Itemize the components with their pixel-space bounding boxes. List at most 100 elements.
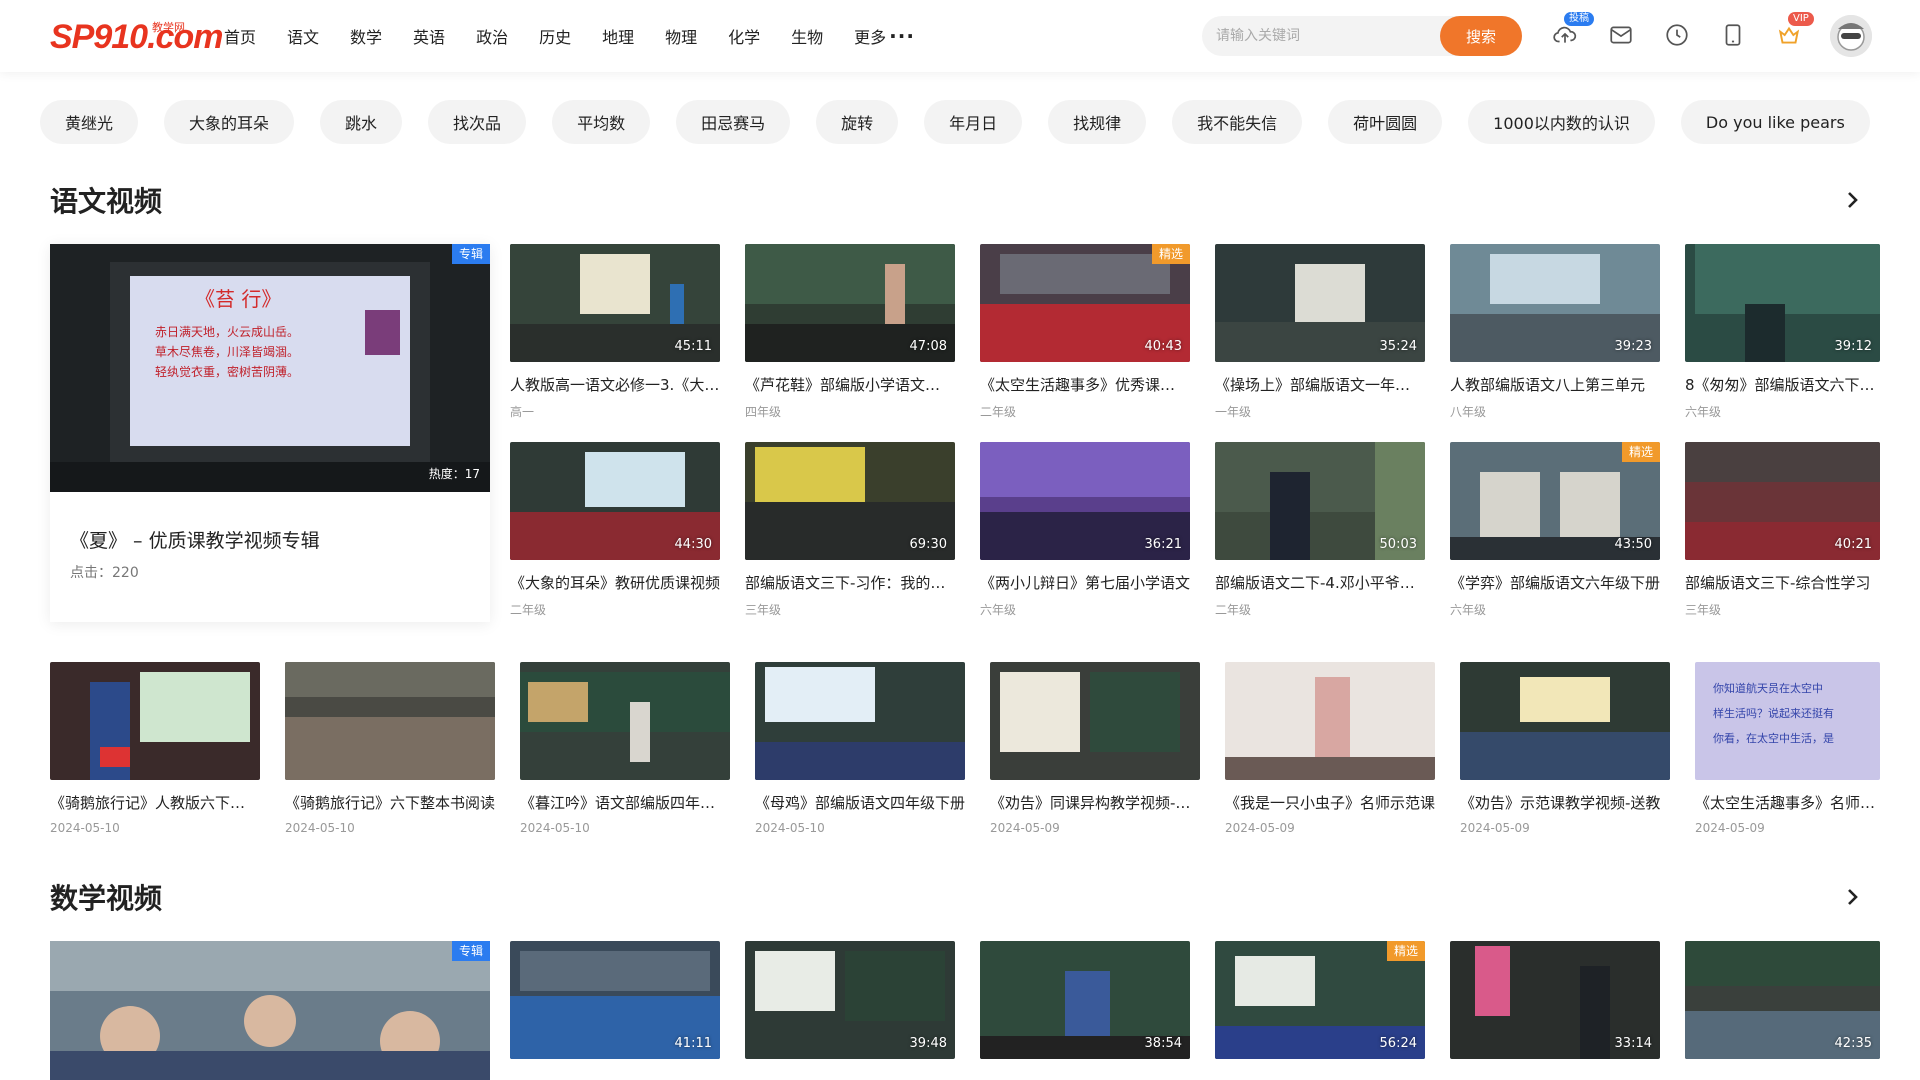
video-title[interactable]: 《骑鹅旅行记》六下整本书阅读 — [285, 792, 495, 813]
video-thumbnail[interactable] — [520, 662, 730, 780]
video-thumbnail[interactable] — [755, 662, 965, 780]
nav-item-history[interactable]: 历史 — [539, 24, 571, 48]
video-thumbnail[interactable]: 41:11 — [510, 941, 720, 1059]
mobile-button[interactable] — [1718, 20, 1748, 50]
featured-title[interactable]: 《夏》 – 优质课教学视频专辑 — [70, 526, 320, 553]
nav-item-math[interactable]: 数学 — [350, 24, 382, 48]
messages-button[interactable] — [1606, 20, 1636, 50]
video-card[interactable]: 《劝告》示范课教学视频-送教 2024-05-09 — [1460, 662, 1670, 835]
video-title[interactable]: 部编版语文三下-习作：我的植物朋友 — [745, 572, 955, 593]
featured-album-chinese[interactable]: 《苔 行》 赤日满天地，火云成山岳。 草木尽焦卷，川泽皆竭涸。 轻纨觉衣重，密树… — [50, 244, 490, 622]
video-thumbnail[interactable]: 精选 43:50 — [1450, 442, 1660, 560]
video-card[interactable]: 50:03 部编版语文二下-4.邓小平爷爷植树 二年级 — [1215, 442, 1425, 618]
featured-album-math[interactable]: 专辑 — [50, 941, 490, 1080]
video-title[interactable]: 《母鸡》部编版语文四年级下册 — [755, 792, 965, 813]
nav-item-english[interactable]: 英语 — [413, 24, 445, 48]
chevron-right-icon[interactable] — [1840, 885, 1864, 909]
video-card[interactable]: 《母鸡》部编版语文四年级下册 2024-05-10 — [755, 662, 965, 835]
video-card[interactable]: 精选 56:24 — [1215, 941, 1425, 1059]
video-thumbnail[interactable] — [50, 662, 260, 780]
video-thumbnail[interactable]: 38:54 — [980, 941, 1190, 1059]
video-thumbnail[interactable]: 45:11 — [510, 244, 720, 362]
video-title[interactable]: 《太空生活趣事多》名师示范课 — [1695, 792, 1880, 813]
video-card[interactable]: 39:23 人教部编版语文八上第三单元 八年级 — [1450, 244, 1660, 420]
video-thumbnail[interactable]: 39:23 — [1450, 244, 1660, 362]
video-thumbnail[interactable] — [990, 662, 1200, 780]
video-thumbnail[interactable]: 39:12 — [1685, 244, 1880, 362]
video-title[interactable]: 《两小儿辩日》第七届小学语文 — [980, 572, 1190, 593]
video-title[interactable]: 《劝告》示范课教学视频-送教 — [1460, 792, 1670, 813]
video-thumbnail[interactable]: 44:30 — [510, 442, 720, 560]
nav-item-physics[interactable]: 物理 — [665, 24, 697, 48]
video-card[interactable]: 47:08 《芦花鞋》部编版小学语文四年级上册 四年级 — [745, 244, 955, 420]
video-title[interactable]: 部编版语文三下-综合性学习 — [1685, 572, 1880, 593]
tag-item[interactable]: 我不能失信 — [1172, 100, 1303, 144]
search-input[interactable] — [1216, 16, 1436, 56]
nav-item-home[interactable]: 首页 — [224, 24, 256, 48]
chevron-right-icon[interactable] — [1840, 188, 1864, 212]
video-thumbnail[interactable] — [1225, 662, 1435, 780]
tag-item[interactable]: 荷叶圆圆 — [1328, 100, 1443, 144]
vip-button[interactable]: VIP — [1774, 12, 1814, 50]
video-card[interactable]: 《我是一只小虫子》名师示范课 2024-05-09 — [1225, 662, 1435, 835]
video-card[interactable]: 42:35 — [1685, 941, 1880, 1059]
avatar[interactable] — [1830, 15, 1872, 57]
video-thumbnail[interactable]: 47:08 — [745, 244, 955, 362]
upload-button[interactable]: 投稿 — [1550, 12, 1594, 50]
search-button[interactable]: 搜索 — [1440, 16, 1522, 56]
video-card[interactable]: 《暮江吟》语文部编版四年级上册 2024-05-10 — [520, 662, 730, 835]
video-card[interactable]: 38:54 — [980, 941, 1190, 1059]
video-thumbnail[interactable]: 36:21 — [980, 442, 1190, 560]
video-title[interactable]: 部编版语文二下-4.邓小平爷爷植树 — [1215, 572, 1425, 593]
video-thumbnail[interactable] — [285, 662, 495, 780]
video-thumbnail[interactable]: 精选 56:24 — [1215, 941, 1425, 1059]
video-card[interactable]: 精选 43:50 《学弈》部编版语文六年级下册 六年级 — [1450, 442, 1660, 618]
tag-item[interactable]: 黄继光 — [40, 100, 139, 144]
tag-item[interactable]: 田忌赛马 — [676, 100, 791, 144]
video-thumbnail[interactable]: 35:24 — [1215, 244, 1425, 362]
tag-item[interactable]: Do you like pears — [1680, 100, 1870, 144]
featured-thumbnail[interactable]: 《苔 行》 赤日满天地，火云成山岳。 草木尽焦卷，川泽皆竭涸。 轻纨觉衣重，密树… — [50, 244, 490, 492]
video-card[interactable]: 35:24 《操场上》部编版语文一年级下册 一年级 — [1215, 244, 1425, 420]
video-title[interactable]: 人教部编版语文八上第三单元 — [1450, 374, 1660, 395]
tag-item[interactable]: 找规律 — [1048, 100, 1147, 144]
video-title[interactable]: 《我是一只小虫子》名师示范课 — [1225, 792, 1435, 813]
history-button[interactable] — [1662, 20, 1692, 50]
video-title[interactable]: 《骑鹅旅行记》人教版六下（公开课） — [50, 792, 260, 813]
nav-item-geography[interactable]: 地理 — [602, 24, 634, 48]
video-thumbnail[interactable] — [1460, 662, 1670, 780]
video-card[interactable]: 40:21 部编版语文三下-综合性学习 三年级 — [1685, 442, 1880, 618]
tag-item[interactable]: 大象的耳朵 — [164, 100, 295, 144]
featured-thumbnail[interactable]: 专辑 — [50, 941, 490, 1080]
video-thumbnail[interactable]: 42:35 — [1685, 941, 1880, 1059]
tag-item[interactable]: 跳水 — [320, 100, 403, 144]
tag-item[interactable]: 平均数 — [552, 100, 651, 144]
video-thumbnail[interactable]: 39:48 — [745, 941, 955, 1059]
nav-item-chemistry[interactable]: 化学 — [728, 24, 760, 48]
tag-item[interactable]: 旋转 — [816, 100, 899, 144]
video-thumbnail[interactable]: 50:03 — [1215, 442, 1425, 560]
video-card[interactable]: 36:21 《两小儿辩日》第七届小学语文 六年级 — [980, 442, 1190, 618]
video-card[interactable]: 69:30 部编版语文三下-习作：我的植物朋友 三年级 — [745, 442, 955, 618]
site-logo[interactable]: SP910.com 教学网 — [50, 17, 223, 57]
video-title[interactable]: 《大象的耳朵》教研优质课视频 — [510, 572, 720, 593]
nav-item-biology[interactable]: 生物 — [791, 24, 823, 48]
video-card[interactable]: 41:11 — [510, 941, 720, 1059]
video-card[interactable]: 33:14 — [1450, 941, 1660, 1059]
video-title[interactable]: 《芦花鞋》部编版小学语文四年级上册 — [745, 374, 955, 395]
video-thumbnail[interactable]: 你知道航天员在太空中 样生活吗？说起来还挺有 你看，在太空中生活，是 — [1695, 662, 1880, 780]
video-thumbnail[interactable]: 精选 40:43 — [980, 244, 1190, 362]
video-thumbnail[interactable]: 40:21 — [1685, 442, 1880, 560]
video-card[interactable]: 《骑鹅旅行记》人教版六下（公开课） 2024-05-10 — [50, 662, 260, 835]
tag-item[interactable]: 年月日 — [924, 100, 1023, 144]
nav-item-politics[interactable]: 政治 — [476, 24, 508, 48]
video-card[interactable]: 39:12 8《匆匆》部编版语文六下课堂实录 六年级 — [1685, 244, 1880, 420]
video-title[interactable]: 人教版高一语文必修一3.《大堰河——我的保姆》 — [510, 374, 720, 395]
tag-item[interactable]: 找次品 — [428, 100, 527, 144]
video-thumbnail[interactable]: 33:14 — [1450, 941, 1660, 1059]
video-card[interactable]: 45:11 人教版高一语文必修一3.《大堰河——我的保姆》 高一 — [510, 244, 720, 420]
video-title[interactable]: 《操场上》部编版语文一年级下册 — [1215, 374, 1425, 395]
video-card[interactable]: 精选 40:43 《太空生活趣事多》优秀课堂实录 二年级 — [980, 244, 1190, 420]
video-title[interactable]: 8《匆匆》部编版语文六下课堂实录 — [1685, 374, 1880, 395]
tag-item[interactable]: 1000以内数的认识 — [1468, 100, 1655, 144]
